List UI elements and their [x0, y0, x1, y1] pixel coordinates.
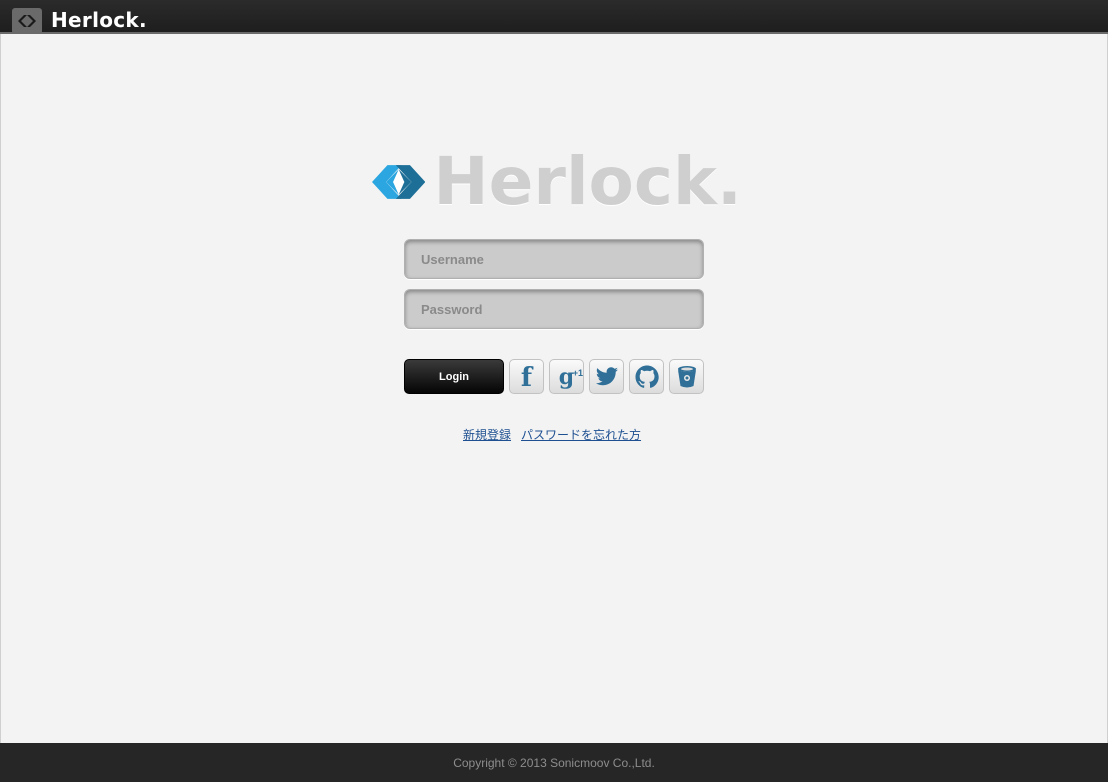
github-icon: [635, 365, 659, 388]
username-field[interactable]: [404, 239, 704, 279]
login-button-label: Login: [439, 370, 469, 383]
password-field[interactable]: [404, 289, 704, 329]
forgot-password-link[interactable]: パスワードを忘れた方: [521, 428, 641, 442]
facebook-login-button[interactable]: f: [509, 359, 544, 394]
header-brand: Herlock.: [51, 8, 147, 32]
bitbucket-login-button[interactable]: [669, 359, 704, 394]
herlock-logo-icon: [372, 165, 426, 199]
bitbucket-icon: [677, 365, 696, 387]
google-plus-sup: +1: [572, 367, 584, 378]
herlock-logo: Herlock.: [372, 143, 742, 220]
herlock-mark-icon: [12, 8, 42, 34]
google-plus-login-button[interactable]: g +1: [549, 359, 584, 394]
twitter-login-button[interactable]: [589, 359, 624, 394]
facebook-icon: f: [520, 362, 533, 393]
top-bar: Herlock.: [0, 0, 1108, 34]
copyright-text: Copyright © 2013 Sonicmoov Co.,Ltd.: [453, 755, 655, 770]
twitter-icon: [595, 366, 618, 385]
auth-links: 新規登録 パスワードを忘れた方: [463, 426, 641, 443]
logo-wordmark: Herlock.: [433, 143, 742, 220]
footer: Copyright © 2013 Sonicmoov Co.,Ltd.: [0, 743, 1108, 782]
register-link[interactable]: 新規登録: [463, 428, 511, 442]
header-logo-link[interactable]: Herlock.: [12, 6, 147, 34]
google-plus-icon: g +1: [559, 366, 583, 388]
login-button[interactable]: Login: [404, 359, 504, 394]
github-login-button[interactable]: [629, 359, 664, 394]
